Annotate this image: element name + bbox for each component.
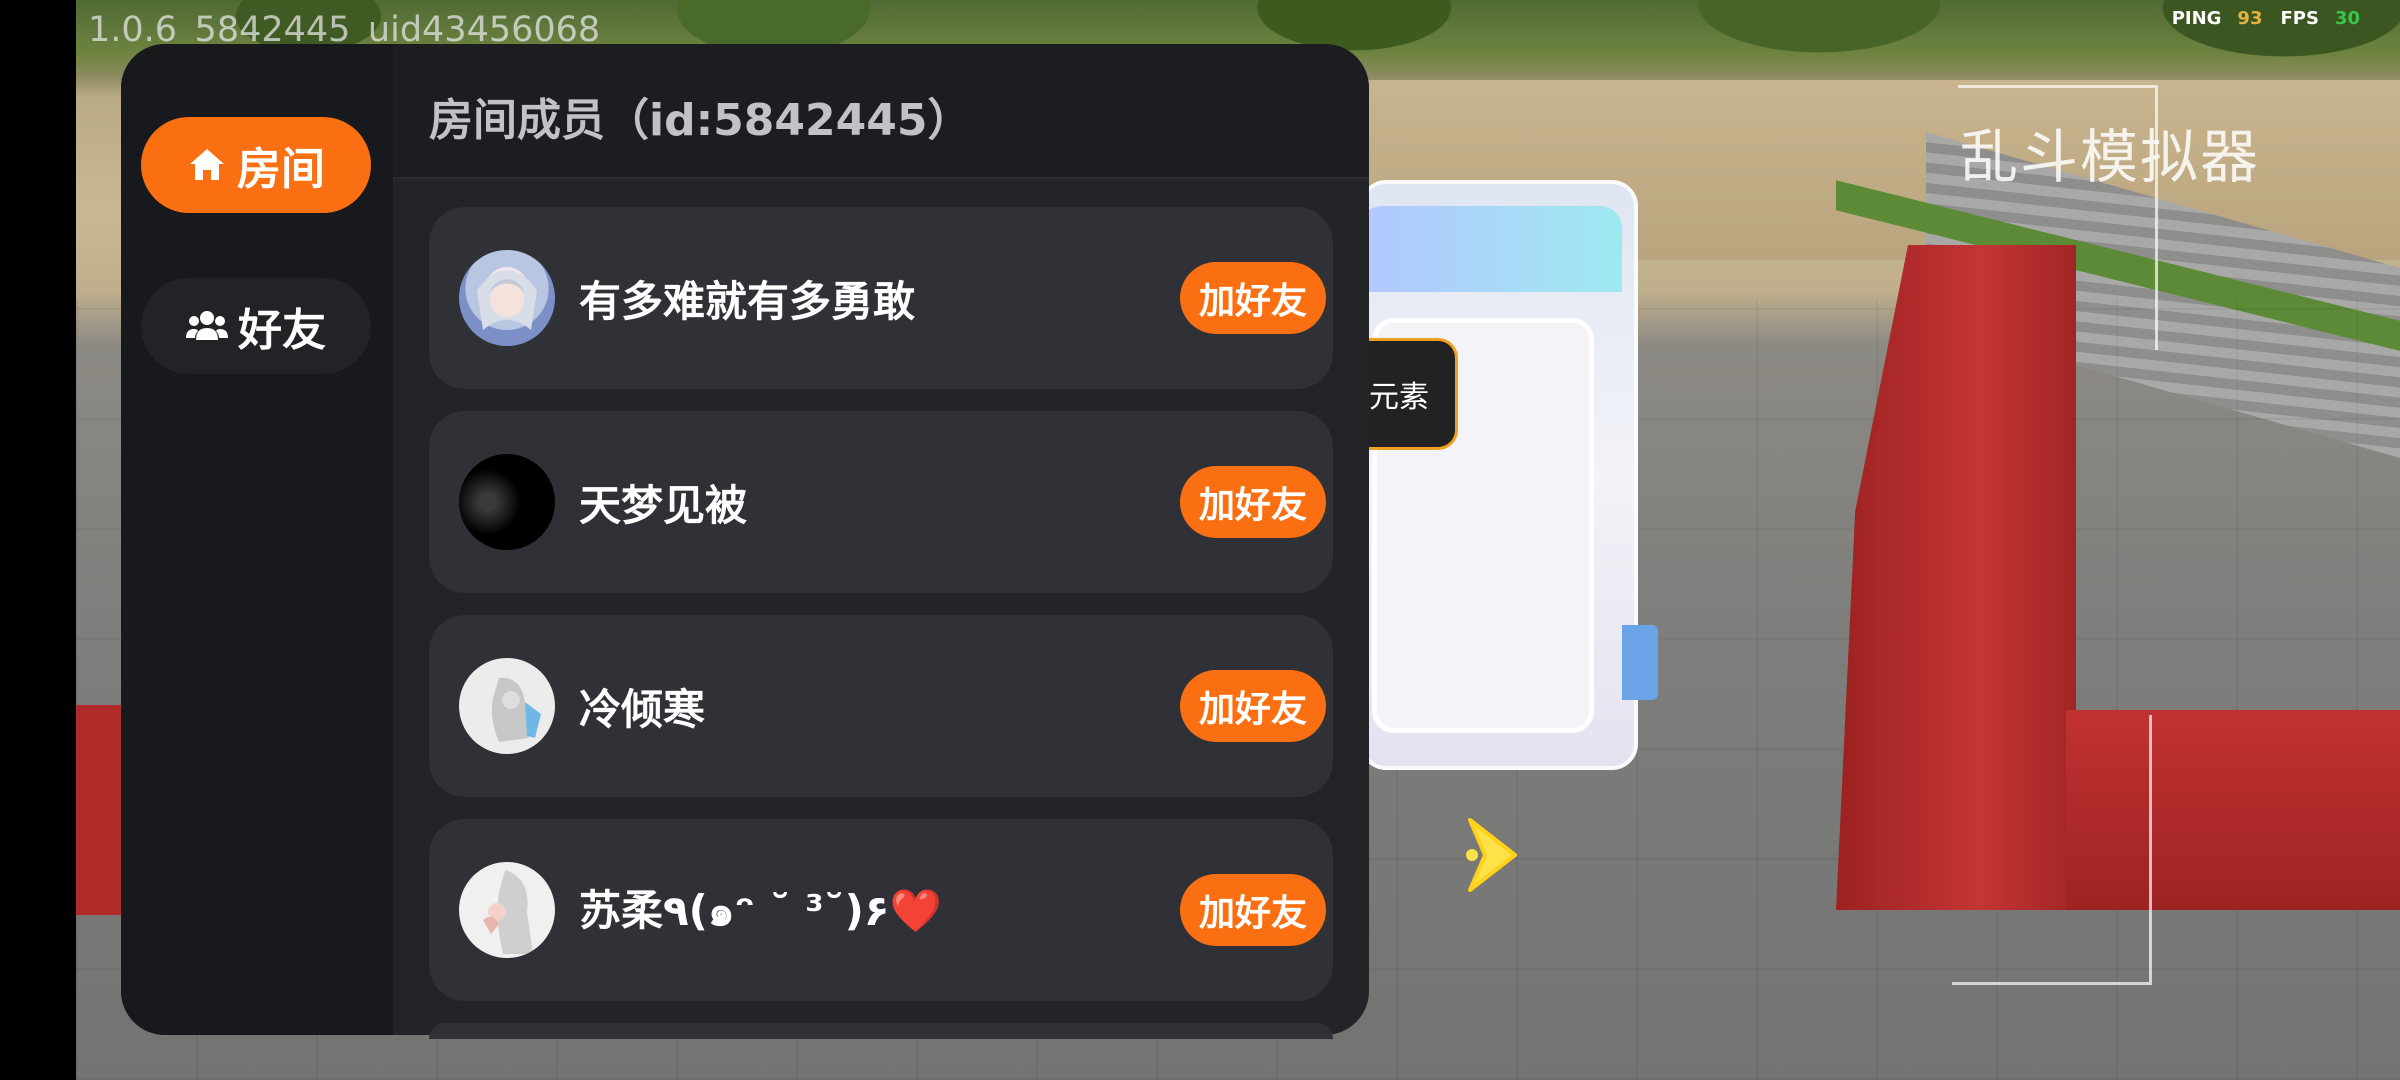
member-name: 天梦见被: [579, 480, 748, 530]
home-icon: [190, 149, 224, 180]
anime-avatar-icon: [477, 270, 537, 330]
add-friend-button[interactable]: 加好友: [1180, 262, 1326, 334]
member-name: 冷倾寒: [579, 684, 706, 734]
member-name: 有多难就有多勇敢: [579, 276, 916, 326]
add-friend-button[interactable]: 加好友: [1180, 670, 1326, 742]
ping-value: 93: [2237, 8, 2263, 29]
ping-label: PING: [2171, 8, 2222, 29]
background-dialog-header: [1360, 206, 1622, 292]
list-item-partial: [429, 1023, 1333, 1039]
add-friend-button[interactable]: 加好友: [1180, 466, 1326, 538]
next-arrow-icon[interactable]: [1460, 810, 1530, 900]
fps-label: FPS: [2280, 8, 2319, 29]
sketch-avatar-icon: [491, 677, 541, 742]
silver-hair-avatar-icon: [483, 870, 533, 954]
member-name: 苏柔٩(๑ᵔ ˘ ³˘)۶❤️: [579, 885, 942, 935]
tab-friends[interactable]: 好友: [141, 278, 371, 374]
avatar[interactable]: [459, 250, 555, 346]
page-title: 房间成员（id:5842445）: [429, 95, 972, 146]
panel-sidebar: 房间 好友: [121, 44, 393, 1035]
list-item: 天梦见被 加好友: [429, 411, 1333, 593]
list-item: 冷倾寒 加好友: [429, 615, 1333, 797]
avatar[interactable]: [459, 862, 555, 958]
element-button-label: 元素: [1369, 380, 1429, 415]
left-screen-border: [0, 0, 76, 1080]
tab-room-label: 房间: [237, 144, 325, 195]
add-friend-button[interactable]: 加好友: [1180, 874, 1326, 946]
background-dialog-tab: [1622, 625, 1658, 700]
tab-friends-label: 好友: [238, 305, 326, 356]
perf-stats: PING 93 FPS 30: [2172, 8, 2360, 29]
users-icon: [186, 311, 228, 340]
list-item: 苏柔٩(๑ᵔ ˘ ³˘)۶❤️ 加好友: [429, 819, 1333, 1001]
tab-room[interactable]: 房间: [141, 117, 371, 213]
fps-value: 30: [2334, 8, 2360, 29]
list-item: 有多难就有多勇敢 加好友: [429, 207, 1333, 389]
scene-glass-frame-bottom: [1952, 715, 2152, 985]
game-title: 乱斗模拟器: [1960, 123, 2261, 191]
avatar[interactable]: [459, 454, 555, 550]
avatar[interactable]: [459, 658, 555, 754]
